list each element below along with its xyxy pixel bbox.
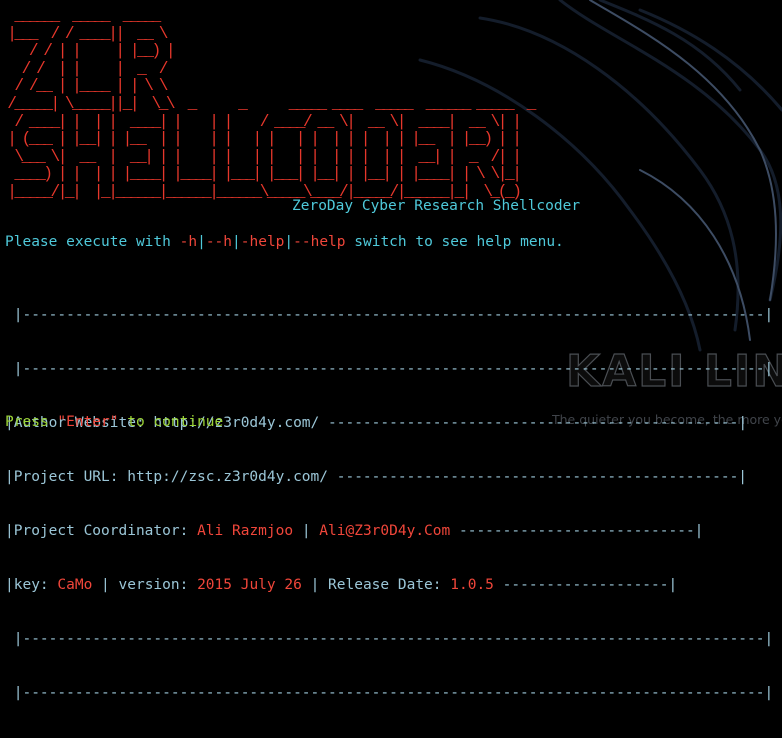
flag-separator: | — [232, 234, 241, 250]
info-box-border-line: |---------------------------------------… — [5, 631, 774, 647]
row-dashes: ----------------------------------------… — [328, 415, 748, 431]
help-prefix: Please execute with — [5, 234, 180, 250]
flag-help: -help — [240, 234, 285, 250]
project-coordinator-row: |Project Coordinator: Ali Razmjoo | Ali@… — [5, 522, 773, 540]
key-label: |key: — [5, 577, 58, 593]
continue-prompt: Press "Enter" to continue — [5, 413, 223, 431]
release-date-value: 1.0.5 — [450, 577, 494, 593]
help-instruction-line: Please execute with -h|--h|-help|--help … — [5, 233, 564, 251]
coordinator-separator: | — [293, 523, 320, 539]
project-url-text: |Project URL: http://zsc.z3r0d4y.com/ — [5, 469, 337, 485]
prompt-enter-key: "Enter" — [57, 414, 119, 430]
flag-separator: | — [284, 234, 294, 250]
flag-separator: | — [197, 234, 206, 250]
row-dashes: -------------------| — [493, 577, 678, 593]
row-dashes: ----------------------------------------… — [336, 469, 748, 485]
version-label: | version: — [92, 577, 198, 593]
flag-h: -h — [179, 234, 198, 250]
ascii-art-banner: ______ _____ _____ |___ / / ____|| __ \ … — [7, 7, 536, 201]
version-value: 2015 July 26 — [197, 577, 302, 593]
terminal-output[interactable]: ______ _____ _____ |___ / / ____|| __ \ … — [0, 0, 782, 701]
info-box-border-line: |---------------------------------------… — [5, 361, 774, 377]
coordinator-email: Ali@Z3r0D4y.Com — [319, 523, 451, 539]
key-value: CaMo — [57, 577, 93, 593]
flag-double-help: --help — [293, 234, 346, 250]
key-version-row: |key: CaMo | version: 2015 July 26 | Rel… — [5, 576, 773, 594]
prompt-continue: to continue — [118, 414, 224, 430]
info-box-border-bottom: |---------------------------------------… — [5, 685, 774, 701]
row-dashes: ---------------------------| — [450, 523, 704, 539]
coordinator-label: |Project Coordinator: — [5, 523, 198, 539]
banner-subtitle: ZeroDay Cyber Research Shellcoder — [292, 198, 581, 214]
coordinator-name: Ali Razmjoo — [197, 523, 294, 539]
info-box-border-top: |---------------------------------------… — [5, 307, 774, 323]
info-box: | ---------------------------------------… — [5, 270, 773, 738]
help-suffix: switch to see help menu. — [345, 234, 564, 250]
flag-double-h: --h — [205, 234, 233, 250]
project-url-row: |Project URL: http://zsc.z3r0d4y.com/ --… — [5, 468, 773, 486]
prompt-press: Press — [5, 414, 58, 430]
release-date-label: | Release Date: — [301, 577, 451, 593]
